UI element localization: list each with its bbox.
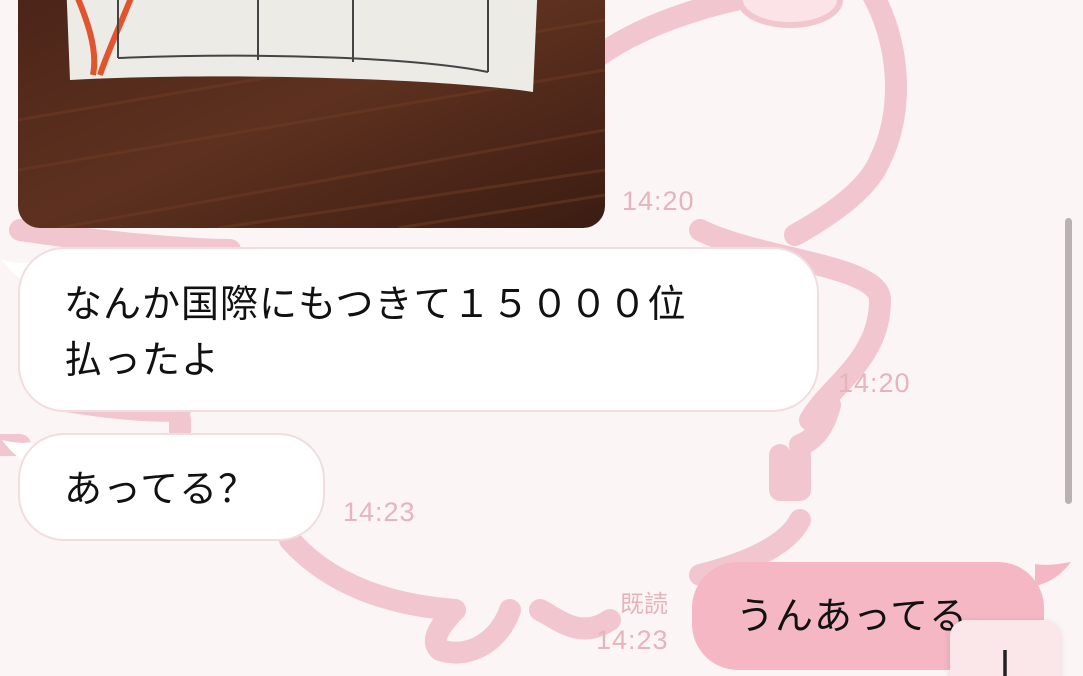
message-timestamp: 14:20 <box>838 368 911 398</box>
read-receipt: 既読 <box>620 590 668 618</box>
scrollbar[interactable] <box>1065 218 1072 504</box>
message-timestamp: 14:23 <box>343 497 416 527</box>
bubble-tail <box>1035 562 1071 586</box>
scroll-to-bottom-button[interactable] <box>950 620 1060 676</box>
photo-message[interactable] <box>18 0 605 228</box>
incoming-message[interactable]: あってる？ <box>18 433 325 541</box>
message-text: 払ったよ <box>64 338 221 382</box>
message-text: あってる？ <box>64 467 258 511</box>
message-timestamp: 14:23 <box>596 625 669 655</box>
message-timestamp: 14:20 <box>622 186 695 216</box>
message-text: なんか国際にもつきて１５０００位 <box>64 282 687 326</box>
arrow-down-icon <box>1003 650 1007 676</box>
incoming-message[interactable]: なんか国際にもつきて１５０００位 払ったよ <box>18 247 819 412</box>
